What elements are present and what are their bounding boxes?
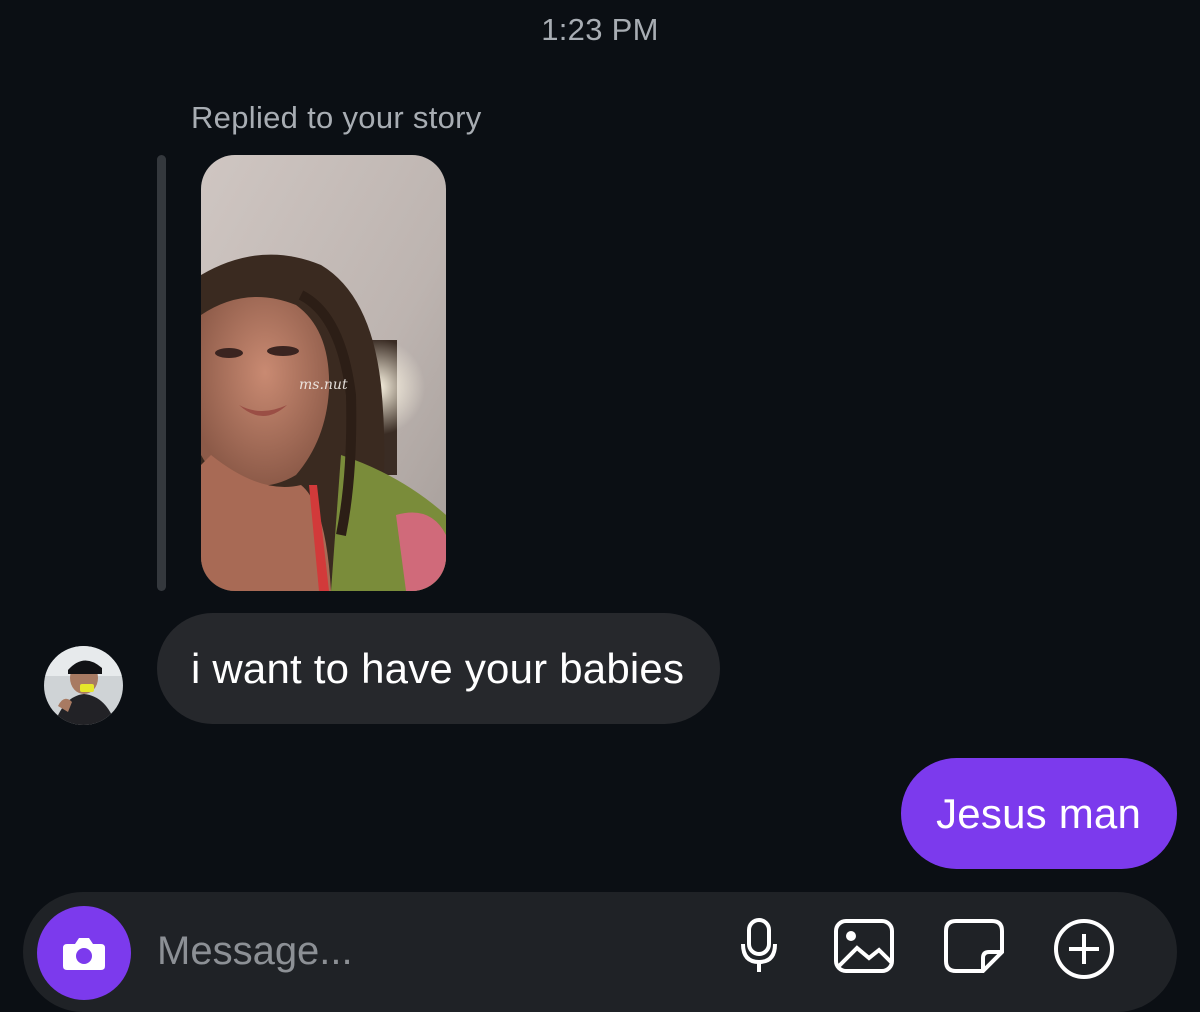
message-timestamp: 1:23 PM [541,12,659,47]
gallery-icon[interactable] [831,916,897,976]
avatar-image [44,646,123,725]
story-caption: ms.nut [299,377,348,393]
story-image [201,155,446,591]
story-thumbnail[interactable]: ms.nut [201,155,446,591]
reply-indicator-bar [157,155,166,591]
camera-icon [63,938,105,970]
microphone-icon[interactable] [739,916,779,976]
add-icon[interactable] [1051,916,1117,982]
received-message-text: i want to have your babies [191,644,685,692]
sticker-icon[interactable] [941,916,1007,976]
sender-avatar[interactable] [44,646,123,725]
sent-message-bubble[interactable]: Jesus man [901,758,1177,869]
story-reply-label: Replied to your story [191,100,482,135]
message-input[interactable] [157,926,717,976]
camera-button[interactable] [37,906,131,1000]
sent-message-text: Jesus man [936,789,1141,837]
message-composer [23,892,1177,1012]
received-message-bubble[interactable]: i want to have your babies [157,613,721,724]
